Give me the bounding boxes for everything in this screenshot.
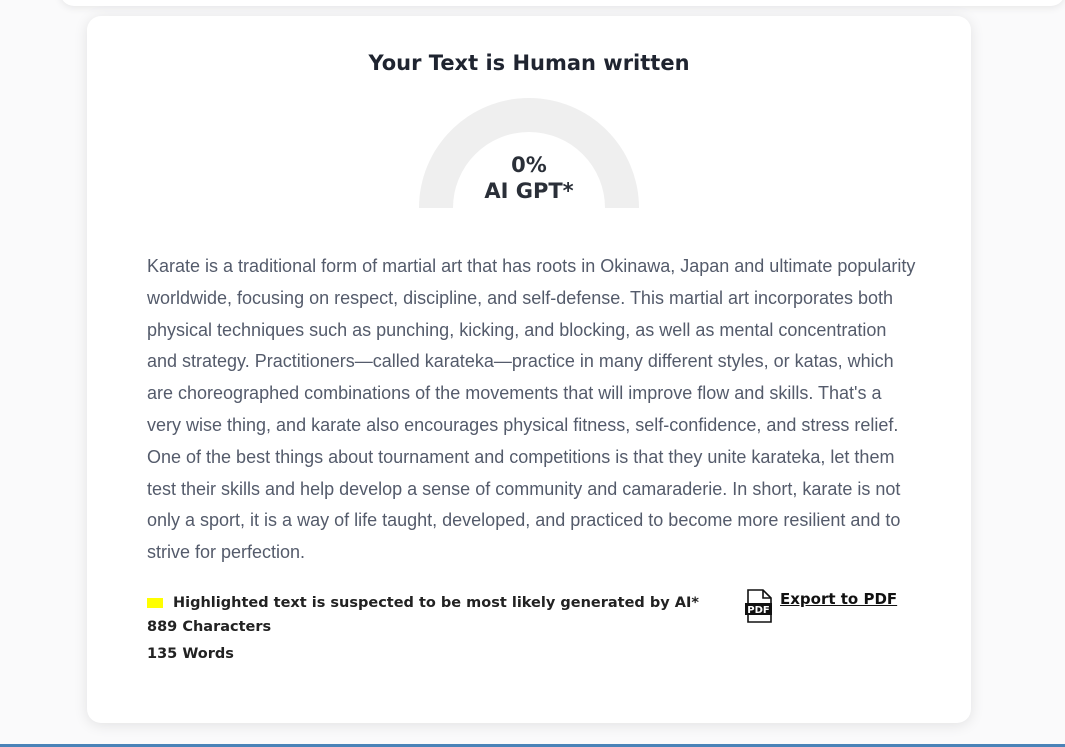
highlight-legend: Highlighted text is suspected to be most… bbox=[147, 593, 699, 613]
export-pdf-button[interactable]: PDF Export to PDF bbox=[744, 589, 897, 623]
result-card: Your Text is Human written 0% AI GPT* Ka… bbox=[87, 16, 971, 723]
pdf-file-icon: PDF bbox=[745, 589, 772, 623]
gauge-label: AI GPT* bbox=[484, 179, 574, 203]
previous-card-edge bbox=[60, 0, 1065, 6]
svg-text:PDF: PDF bbox=[747, 605, 769, 616]
analyzed-text: Karate is a traditional form of martial … bbox=[147, 256, 916, 563]
legend-text: Highlighted text is suspected to be most… bbox=[173, 595, 699, 611]
ai-gauge: 0% AI GPT* bbox=[419, 98, 639, 208]
gauge-percent: 0% bbox=[511, 153, 547, 177]
export-pdf-label[interactable]: Export to PDF bbox=[780, 590, 897, 608]
result-title: Your Text is Human written bbox=[368, 51, 690, 75]
highlight-swatch bbox=[147, 598, 163, 608]
character-count: 889 Characters bbox=[147, 619, 272, 635]
word-count: 135 Words bbox=[147, 646, 234, 662]
